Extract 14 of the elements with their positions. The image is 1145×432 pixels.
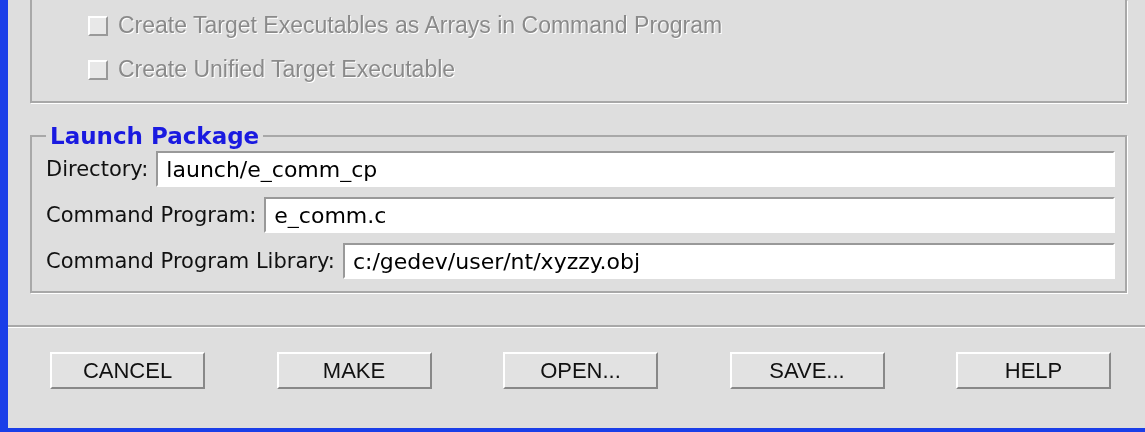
input-field[interactable]: c:/gedev/user/nt/xyzzy.obj [342,243,1115,279]
field-label: Command Program Library: [46,249,335,273]
field-label: Directory: [46,157,149,181]
dialog-button[interactable]: OPEN... [503,352,658,389]
dialog-button[interactable]: CANCEL [50,352,205,389]
input-field[interactable]: e_comm.c [264,197,1115,233]
dialog-button[interactable]: SAVE... [729,352,885,389]
group-title: Launch Package [49,123,261,149]
input-field[interactable]: launch/e_comm_cp [156,151,1115,187]
dialog-button[interactable]: MAKE [276,352,432,389]
checkbox-label: Create Target Executables as Arrays in Command Program [118,12,723,39]
field-label: Command Program: [46,203,257,227]
checkbox-label: Create Unified Target Executable [118,56,456,83]
dialog-button[interactable]: HELP [956,352,1111,389]
